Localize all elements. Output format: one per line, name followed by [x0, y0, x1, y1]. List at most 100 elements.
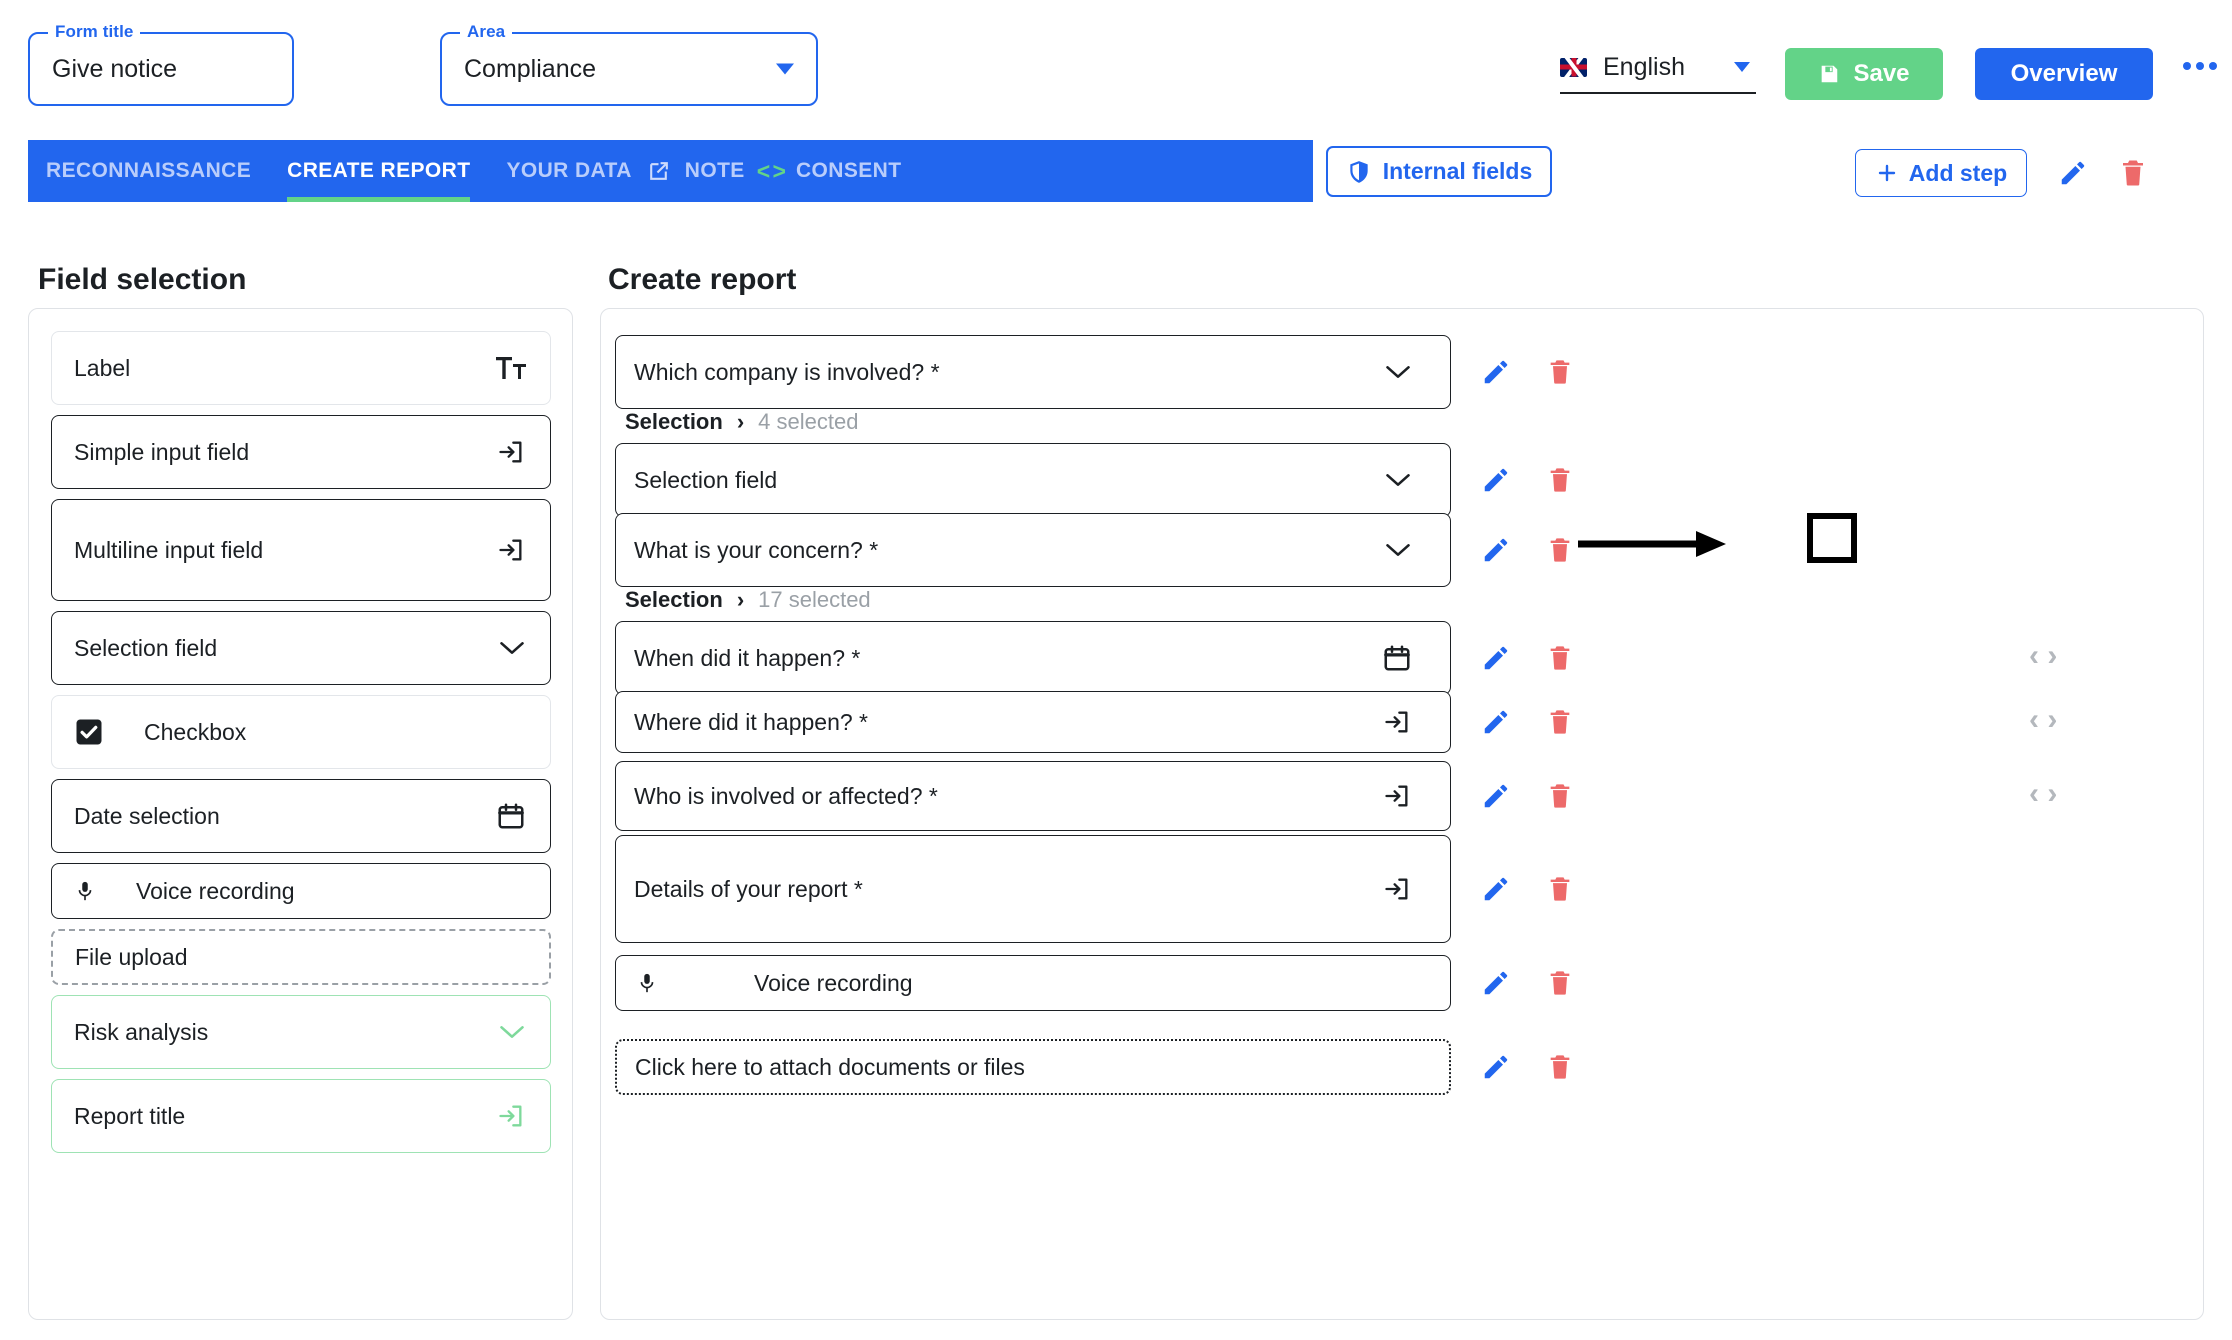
tab-create-report[interactable]: CREATE REPORT	[287, 140, 471, 202]
field-selection-title: Field selection	[38, 263, 247, 296]
report-field-row[interactable]: Selection field	[615, 443, 1451, 517]
field-type-item[interactable]: Voice recording	[51, 863, 551, 919]
field-type-label: Checkbox	[144, 718, 247, 745]
delete-row-trash-icon[interactable]	[1546, 643, 1574, 673]
overview-button[interactable]: Overview	[1975, 48, 2153, 100]
report-field-label: Details of your report *	[634, 875, 863, 902]
field-type-item[interactable]: Checkbox	[51, 695, 551, 769]
field-type-item[interactable]: Risk analysis	[51, 995, 551, 1069]
internal-fields-button[interactable]: Internal fields	[1326, 146, 1552, 197]
report-field-row[interactable]: Details of your report *	[615, 835, 1451, 943]
form-title-label: Form title	[48, 22, 141, 42]
field-type-item[interactable]: Report title	[51, 1079, 551, 1153]
chevron-down-icon	[1734, 62, 1750, 72]
save-button-label: Save	[1853, 60, 1910, 87]
microphone-icon	[616, 968, 658, 998]
field-type-item[interactable]: Selection field	[51, 611, 551, 685]
create-report-title: Create report	[608, 263, 797, 296]
add-step-button[interactable]: Add step	[1855, 149, 2027, 197]
language-select[interactable]: English	[1560, 42, 1756, 94]
report-field-label: Click here to attach documents or files	[635, 1053, 1025, 1080]
tab-label: CREATE REPORT	[287, 159, 471, 182]
app-header: Form title Give notice Area Compliance E…	[0, 0, 2232, 140]
form-title-field[interactable]: Form title Give notice	[28, 22, 294, 106]
save-button[interactable]: Save	[1785, 48, 1943, 100]
tab-note[interactable]: NOTE	[685, 140, 745, 202]
edit-row-pencil-icon[interactable]	[1481, 781, 1511, 811]
shield-icon	[1346, 159, 1372, 185]
code-brackets-icon[interactable]: ‹ ›	[2029, 703, 2057, 737]
external-link-icon[interactable]	[646, 159, 671, 184]
delete-row-trash-icon[interactable]	[1546, 968, 1574, 998]
input-arrow-icon	[1382, 782, 1412, 810]
form-title-value: Give notice	[52, 54, 178, 83]
delete-row-trash-icon[interactable]	[1546, 707, 1574, 737]
tab-label: RECONNAISSANCE	[46, 159, 252, 182]
selection-summary-key: Selection	[625, 587, 723, 612]
field-type-label: Multiline input field	[74, 536, 264, 563]
area-label: Area	[460, 22, 513, 42]
field-type-item[interactable]: Simple input field	[51, 415, 551, 489]
save-disk-icon	[1818, 63, 1840, 85]
input-arrow-icon	[496, 1102, 526, 1130]
report-field-row[interactable]: What is your concern? *	[615, 513, 1451, 587]
calendar-icon	[1382, 643, 1412, 673]
edit-row-pencil-icon[interactable]	[1481, 1052, 1511, 1082]
edit-row-pencil-icon[interactable]	[1481, 357, 1511, 387]
field-type-item[interactable]: File upload	[51, 929, 551, 985]
kebab-menu-icon[interactable]	[2183, 62, 2217, 70]
selection-summary[interactable]: Selection › 17 selected	[625, 587, 871, 613]
report-field-row[interactable]: When did it happen? *	[615, 621, 1451, 695]
chevron-down-icon	[1384, 541, 1412, 559]
plus-icon	[1875, 161, 1899, 185]
edit-step-pencil-icon[interactable]	[2058, 158, 2088, 188]
checkbox-checked-icon	[52, 717, 104, 747]
selection-summary-value: 17 selected	[758, 587, 871, 612]
area-value: Compliance	[464, 54, 597, 83]
delete-row-trash-icon[interactable]	[1546, 1052, 1574, 1082]
field-type-item[interactable]: Date selection	[51, 779, 551, 853]
report-field-row[interactable]: Click here to attach documents or files	[615, 1039, 1451, 1095]
edit-row-pencil-icon[interactable]	[1481, 874, 1511, 904]
code-brackets-icon[interactable]: ‹ ›	[2029, 777, 2057, 811]
delete-row-trash-icon[interactable]	[1546, 535, 1574, 565]
text-format-icon	[496, 355, 526, 381]
input-arrow-icon	[496, 438, 526, 466]
edit-row-pencil-icon[interactable]	[1481, 465, 1511, 495]
edit-row-pencil-icon[interactable]	[1481, 643, 1511, 673]
report-field-row[interactable]: Voice recording	[615, 955, 1451, 1011]
field-type-label: Selection field	[74, 634, 218, 661]
tab-your-data[interactable]: YOUR DATA	[506, 140, 631, 202]
delete-step-trash-icon[interactable]	[2118, 157, 2148, 189]
field-type-item[interactable]: Multiline input field	[51, 499, 551, 601]
selection-summary-value: 4 selected	[758, 409, 859, 434]
tab-label: NOTE	[684, 159, 745, 182]
add-step-label: Add step	[1908, 159, 2008, 186]
chevron-down-icon	[1384, 471, 1412, 489]
report-field-row[interactable]: Which company is involved? *	[615, 335, 1451, 409]
field-type-label: Simple input field	[74, 438, 250, 465]
chevron-right-icon: ›	[736, 587, 745, 612]
field-type-item[interactable]: Label	[51, 331, 551, 405]
edit-row-pencil-icon[interactable]	[1481, 707, 1511, 737]
field-type-label: Voice recording	[136, 877, 295, 904]
tab-consent[interactable]: CONSENT	[796, 140, 901, 202]
tab-reconnaissance[interactable]: RECONNAISSANCE	[46, 140, 251, 202]
delete-row-trash-icon[interactable]	[1546, 465, 1574, 495]
report-field-row[interactable]: Where did it happen? *	[615, 691, 1451, 753]
selection-summary-key: Selection	[625, 409, 723, 434]
selection-summary[interactable]: Selection › 4 selected	[625, 409, 858, 435]
delete-row-trash-icon[interactable]	[1546, 357, 1574, 387]
field-type-label: Report title	[74, 1102, 186, 1129]
report-field-label: When did it happen? *	[634, 644, 861, 671]
report-field-row[interactable]: Who is involved or affected? *	[615, 761, 1451, 831]
code-brackets-icon[interactable]: < >	[757, 158, 786, 185]
delete-row-trash-icon[interactable]	[1546, 874, 1574, 904]
code-brackets-icon[interactable]: ‹ ›	[2029, 639, 2057, 673]
chevron-right-icon: ›	[736, 409, 745, 434]
edit-row-pencil-icon[interactable]	[1481, 535, 1511, 565]
delete-row-trash-icon[interactable]	[1546, 781, 1574, 811]
edit-row-pencil-icon[interactable]	[1481, 968, 1511, 998]
area-select[interactable]: Area Compliance	[440, 22, 818, 106]
report-field-label: Selection field	[634, 466, 778, 493]
